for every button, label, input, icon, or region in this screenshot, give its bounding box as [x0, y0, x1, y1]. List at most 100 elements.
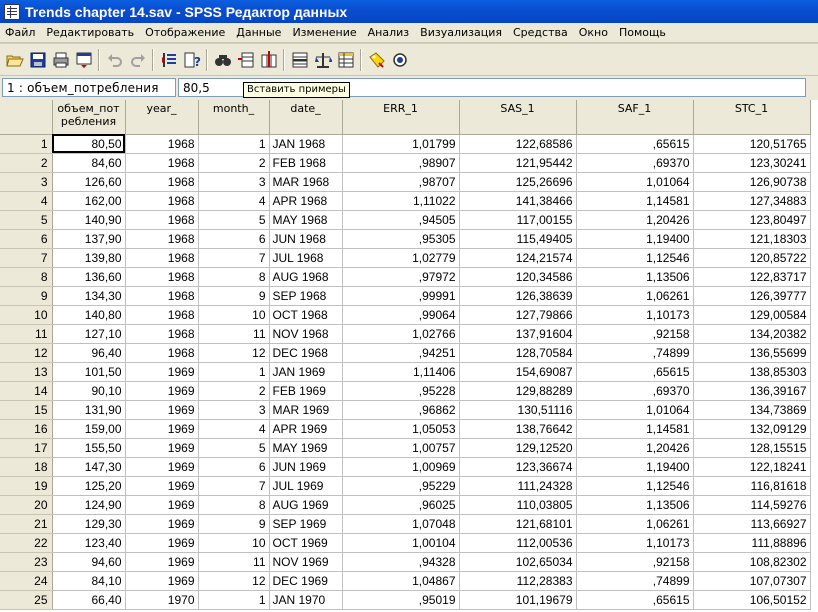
data-cell[interactable]: 138,76642	[459, 419, 577, 439]
data-cell[interactable]: 1969	[125, 381, 199, 401]
data-cell[interactable]: 9	[198, 514, 270, 534]
data-cell[interactable]: 1968	[125, 210, 199, 230]
data-cell[interactable]: 1,01064	[576, 172, 694, 192]
data-cell[interactable]: 111,88896	[693, 533, 811, 553]
data-cell[interactable]: 127,79866	[459, 305, 577, 325]
data-cell[interactable]: 5	[198, 210, 270, 230]
data-cell[interactable]: JUN 1968	[269, 229, 343, 249]
data-cell[interactable]: 108,82302	[693, 552, 811, 572]
column-header[interactable]: month_	[198, 100, 270, 135]
data-cell[interactable]: NOV 1969	[269, 552, 343, 572]
data-cell[interactable]: 12	[198, 343, 270, 363]
data-cell[interactable]: 129,88289	[459, 381, 577, 401]
data-cell[interactable]: 139,80	[52, 248, 126, 268]
data-cell[interactable]: 1968	[125, 172, 199, 192]
data-cell[interactable]: 106,50152	[693, 590, 811, 610]
data-cell[interactable]: ,65615	[576, 134, 694, 154]
row-number[interactable]: 10	[0, 305, 53, 325]
data-cell[interactable]: 1,00104	[342, 533, 460, 553]
data-cell[interactable]: ,65615	[576, 590, 694, 610]
data-cell[interactable]: JAN 1969	[269, 362, 343, 382]
data-cell[interactable]: 110,03805	[459, 495, 577, 515]
data-cell[interactable]: ,99064	[342, 305, 460, 325]
row-number[interactable]: 1	[0, 134, 53, 154]
data-cell[interactable]: 140,80	[52, 305, 126, 325]
data-cell[interactable]: ,96025	[342, 495, 460, 515]
data-cell[interactable]: 125,20	[52, 476, 126, 496]
menu-transform[interactable]: Изменение	[287, 26, 362, 39]
data-cell[interactable]: 12	[198, 571, 270, 591]
data-cell[interactable]: 112,00536	[459, 533, 577, 553]
data-cell[interactable]: 1969	[125, 362, 199, 382]
data-cell[interactable]: 1968	[125, 134, 199, 154]
data-cell[interactable]: ,74899	[576, 571, 694, 591]
data-cell[interactable]: 141,38466	[459, 191, 577, 211]
data-cell[interactable]: 123,40	[52, 533, 126, 553]
data-cell[interactable]: 113,66927	[693, 514, 811, 534]
data-cell[interactable]: AUG 1969	[269, 495, 343, 515]
row-number[interactable]: 18	[0, 457, 53, 477]
goto-case-icon[interactable]	[157, 48, 180, 71]
data-cell[interactable]: 2	[198, 153, 270, 173]
variables-icon[interactable]: ?	[180, 48, 203, 71]
data-cell[interactable]: 1	[198, 362, 270, 382]
save-icon[interactable]	[26, 48, 49, 71]
data-cell[interactable]: 134,30	[52, 286, 126, 306]
row-number[interactable]: 17	[0, 438, 53, 458]
data-cell[interactable]: OCT 1969	[269, 533, 343, 553]
menu-data[interactable]: Данные	[231, 26, 287, 39]
data-cell[interactable]: MAR 1968	[269, 172, 343, 192]
data-cell[interactable]: 159,00	[52, 419, 126, 439]
row-number[interactable]: 11	[0, 324, 53, 344]
data-cell[interactable]: NOV 1968	[269, 324, 343, 344]
data-cell[interactable]: 1968	[125, 229, 199, 249]
column-header[interactable]: ERR_1	[342, 100, 460, 135]
data-cell[interactable]: 124,21574	[459, 248, 577, 268]
data-cell[interactable]: 1969	[125, 571, 199, 591]
data-cell[interactable]: ,98907	[342, 153, 460, 173]
data-cell[interactable]: ,98707	[342, 172, 460, 192]
row-number[interactable]: 5	[0, 210, 53, 230]
data-cell[interactable]: 129,00584	[693, 305, 811, 325]
data-cell[interactable]: 129,12520	[459, 438, 577, 458]
data-cell[interactable]: 116,81618	[693, 476, 811, 496]
data-cell[interactable]: MAY 1968	[269, 210, 343, 230]
data-cell[interactable]: 1	[198, 590, 270, 610]
weight-cases-icon[interactable]	[311, 48, 334, 71]
row-number[interactable]: 20	[0, 495, 53, 515]
data-cell[interactable]: 115,49405	[459, 229, 577, 249]
data-cell[interactable]: 120,34586	[459, 267, 577, 287]
find-icon[interactable]	[211, 48, 234, 71]
data-cell[interactable]: 107,07307	[693, 571, 811, 591]
data-cell[interactable]: 1968	[125, 191, 199, 211]
data-cell[interactable]: 1968	[125, 286, 199, 306]
dialog-recall-icon[interactable]	[72, 48, 95, 71]
data-cell[interactable]: SEP 1968	[269, 286, 343, 306]
row-number[interactable]: 14	[0, 381, 53, 401]
data-cell[interactable]: ,95305	[342, 229, 460, 249]
data-cell[interactable]: 122,18241	[693, 457, 811, 477]
data-cell[interactable]: 123,30241	[693, 153, 811, 173]
data-cell[interactable]: 1,12546	[576, 476, 694, 496]
data-cell[interactable]: 4	[198, 191, 270, 211]
data-cell[interactable]: 130,51116	[459, 400, 577, 420]
menu-analyze[interactable]: Анализ	[363, 26, 416, 39]
data-cell[interactable]: 126,39777	[693, 286, 811, 306]
data-cell[interactable]: OCT 1968	[269, 305, 343, 325]
data-cell[interactable]: 112,28383	[459, 571, 577, 591]
undo-icon[interactable]	[103, 48, 126, 71]
menu-graphs[interactable]: Визуализация	[415, 26, 508, 39]
data-cell[interactable]: 1969	[125, 457, 199, 477]
data-cell[interactable]: 1,01799	[342, 134, 460, 154]
data-cell[interactable]: 1969	[125, 419, 199, 439]
row-number[interactable]: 13	[0, 362, 53, 382]
data-cell[interactable]: 1,10173	[576, 305, 694, 325]
menu-window[interactable]: Окно	[574, 26, 614, 39]
data-cell[interactable]: 1,19400	[576, 229, 694, 249]
data-cell[interactable]: 1,19400	[576, 457, 694, 477]
data-cell[interactable]: 1,07048	[342, 514, 460, 534]
data-cell[interactable]: 1,01064	[576, 400, 694, 420]
data-cell[interactable]: 1969	[125, 495, 199, 515]
data-cell[interactable]: 2	[198, 381, 270, 401]
data-cell[interactable]: 1,00757	[342, 438, 460, 458]
